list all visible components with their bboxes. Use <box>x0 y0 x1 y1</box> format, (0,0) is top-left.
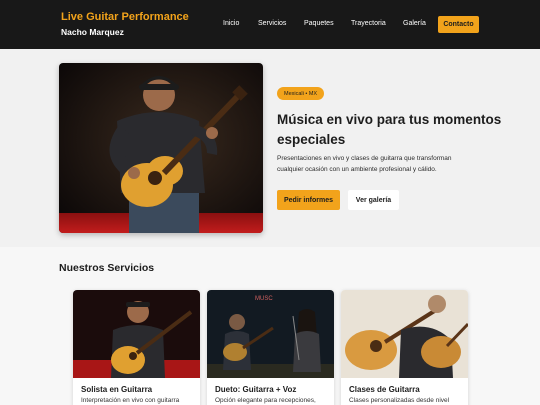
nav-link-galeria[interactable]: Galería <box>403 20 426 27</box>
clases-photo <box>341 290 468 378</box>
service-card-text: Opción elegante para recepciones, <box>215 397 316 404</box>
nav-link-inicio[interactable]: Inicio <box>223 20 239 27</box>
services-title: Nuestros Servicios <box>59 262 155 274</box>
service-card-solista[interactable]: Solista en Guitarra Interpretación en vi… <box>73 290 200 405</box>
nav-link-paquetes[interactable]: Paquetes <box>304 20 334 27</box>
dueto-photo: MUSC <box>207 290 334 378</box>
service-card-title: Solista en Guitarra <box>81 385 153 394</box>
service-card-text: Clases personalizadas desde nivel <box>349 397 450 404</box>
brand-subtitle: Nacho Marquez <box>61 27 124 37</box>
location-badge: Mexicali • MX <box>277 87 325 100</box>
solista-photo <box>73 290 200 378</box>
site-header: Live Guitar Performance Nacho Marquez In… <box>0 0 540 49</box>
hero-guitarist-photo <box>59 63 263 233</box>
contact-button[interactable]: Contacto <box>438 16 479 33</box>
nav-link-trayectoria[interactable]: Trayectoria <box>351 20 386 27</box>
stage-sign: MUSC <box>255 296 273 302</box>
view-gallery-button[interactable]: Ver galería <box>348 190 399 210</box>
service-card-dueto[interactable]: MUSC Dueto: Guitarra + Voz Opción elegan… <box>207 290 334 405</box>
nav-link-servicios[interactable]: Servicios <box>258 20 286 27</box>
request-info-button[interactable]: Pedir informes <box>277 190 340 210</box>
brand-title[interactable]: Live Guitar Performance <box>61 11 189 23</box>
service-card-title: Clases de Guitarra <box>349 385 420 394</box>
service-card-clases[interactable]: Clases de Guitarra Clases personalizadas… <box>341 290 468 405</box>
hero-description: Presentaciones en vivo y clases de guita… <box>277 155 452 173</box>
service-card-text: Interpretación en vivo con guitarra <box>81 397 180 404</box>
service-card-title: Dueto: Guitarra + Voz <box>215 385 297 394</box>
hero-title: Música en vivo para tus momentos especia… <box>277 112 502 147</box>
